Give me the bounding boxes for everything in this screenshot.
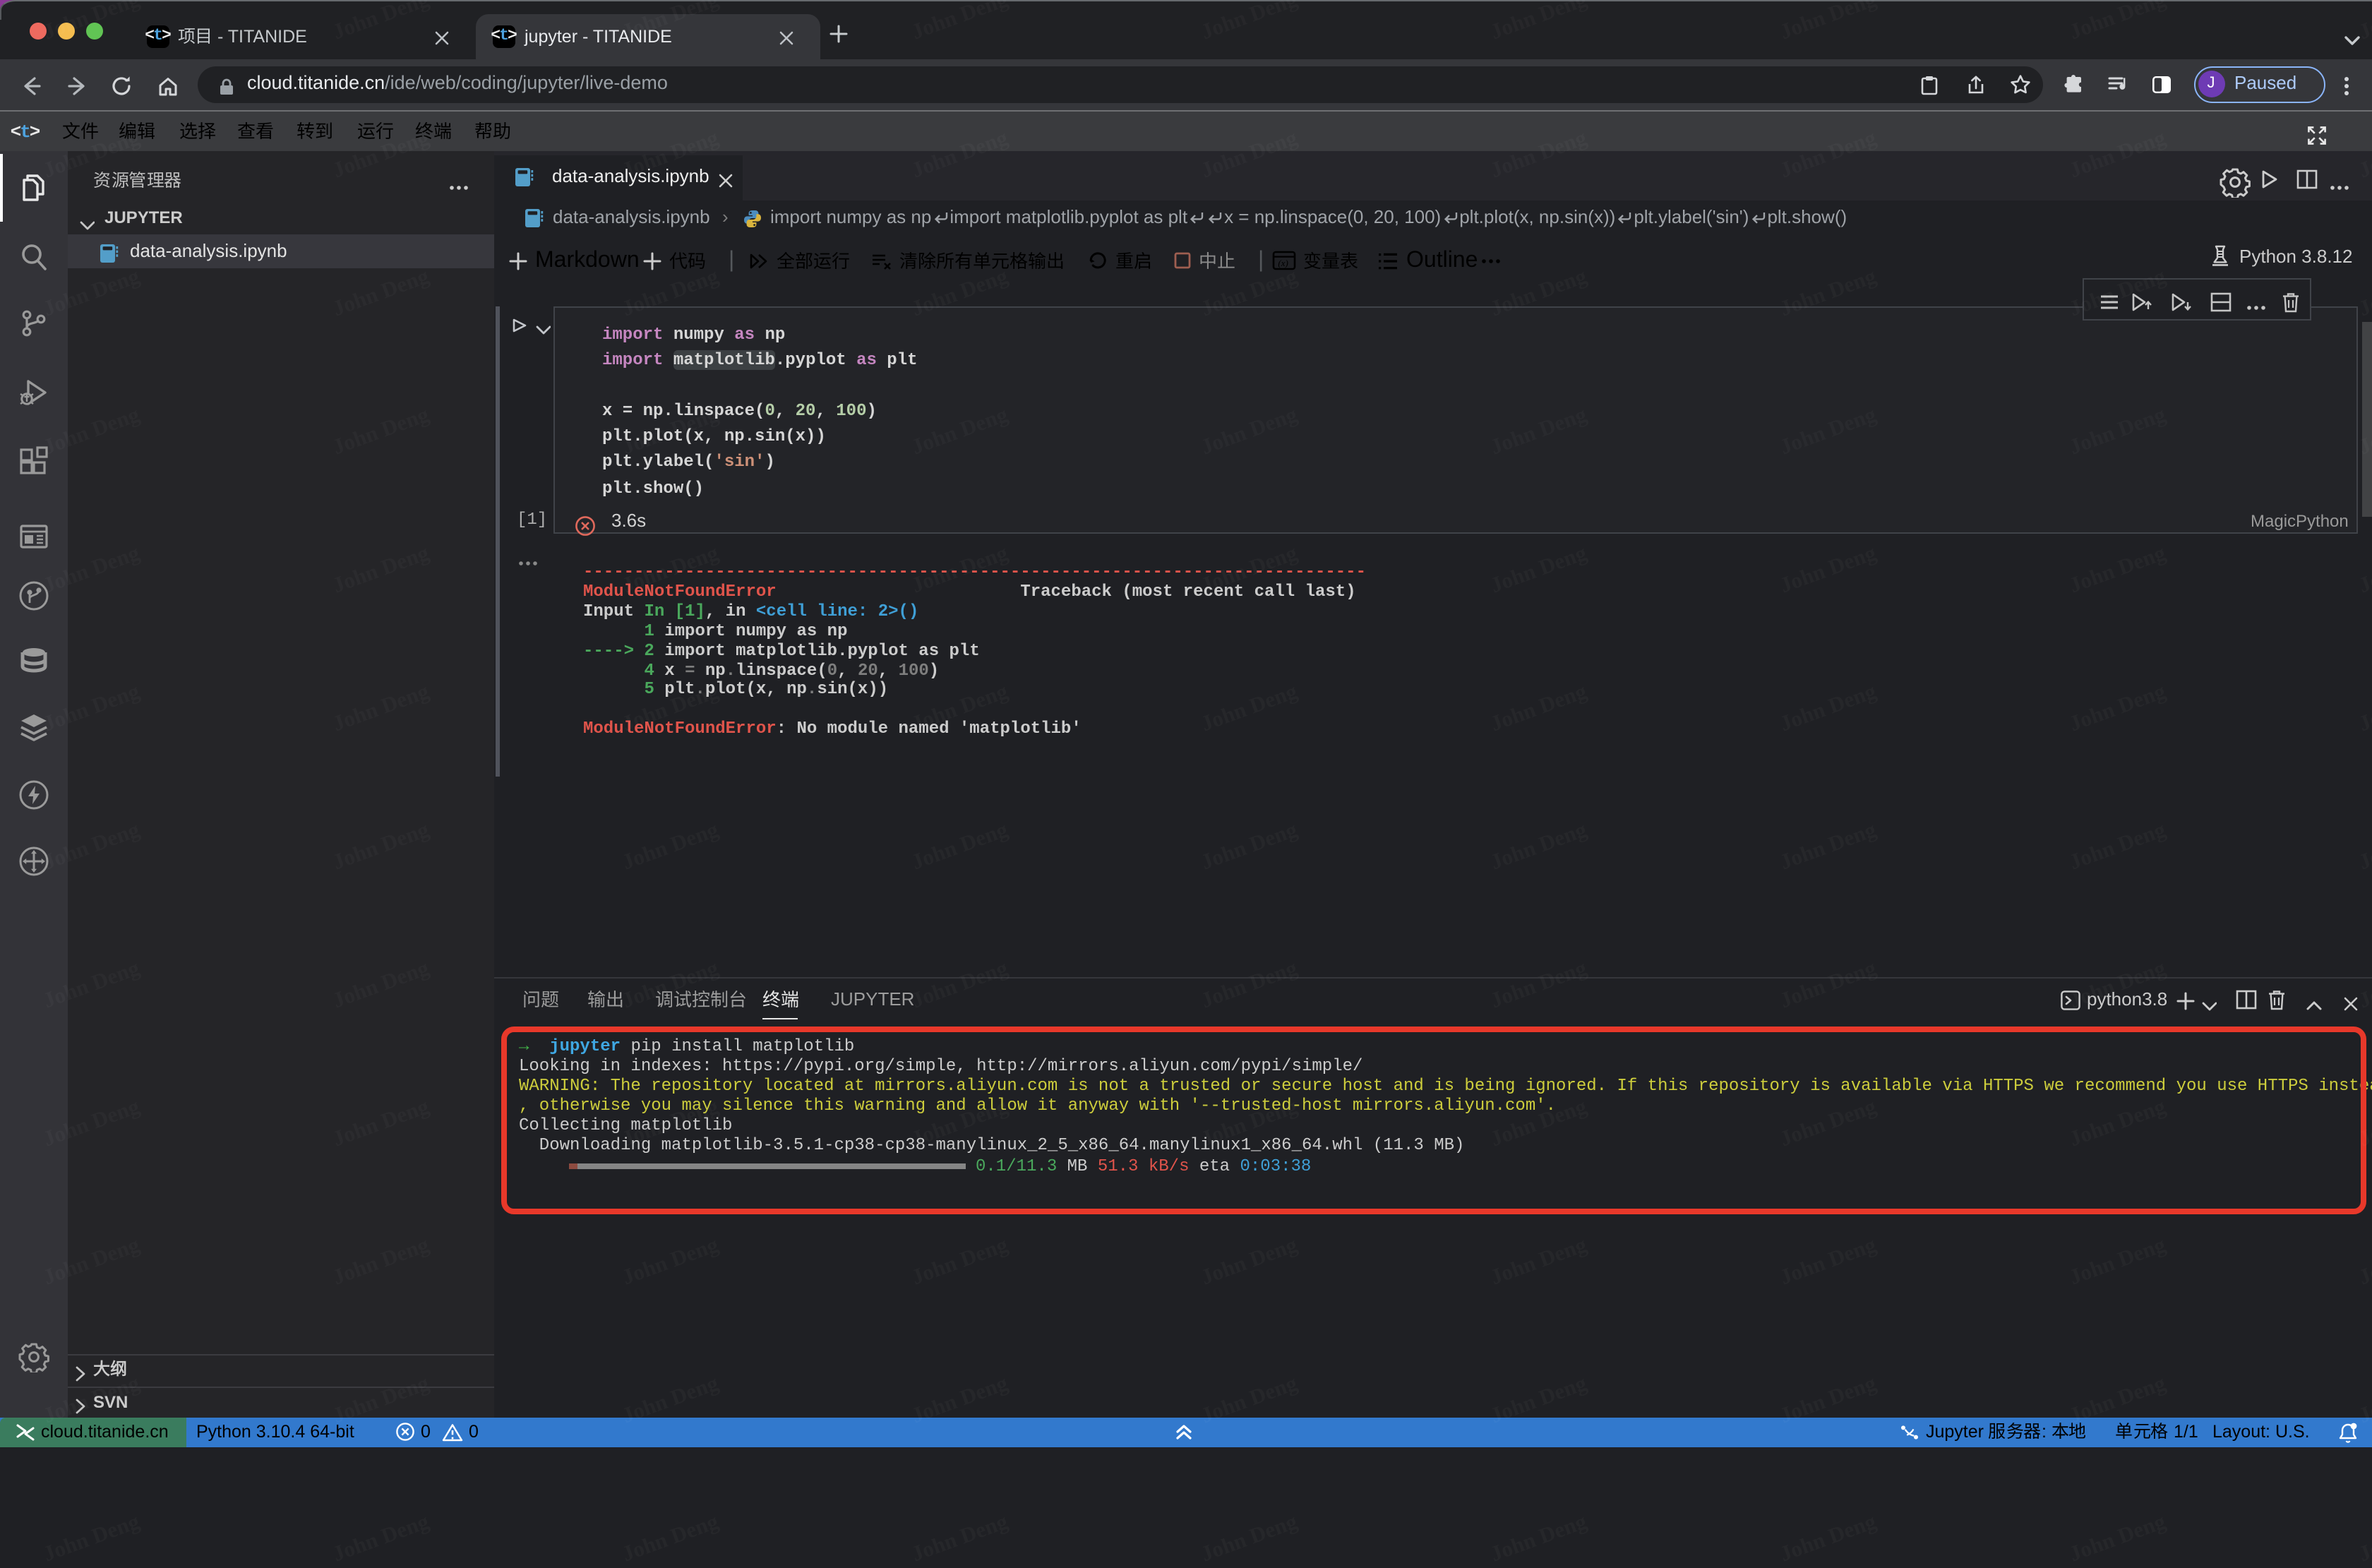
svg-text:(x): (x) bbox=[1278, 258, 1288, 268]
